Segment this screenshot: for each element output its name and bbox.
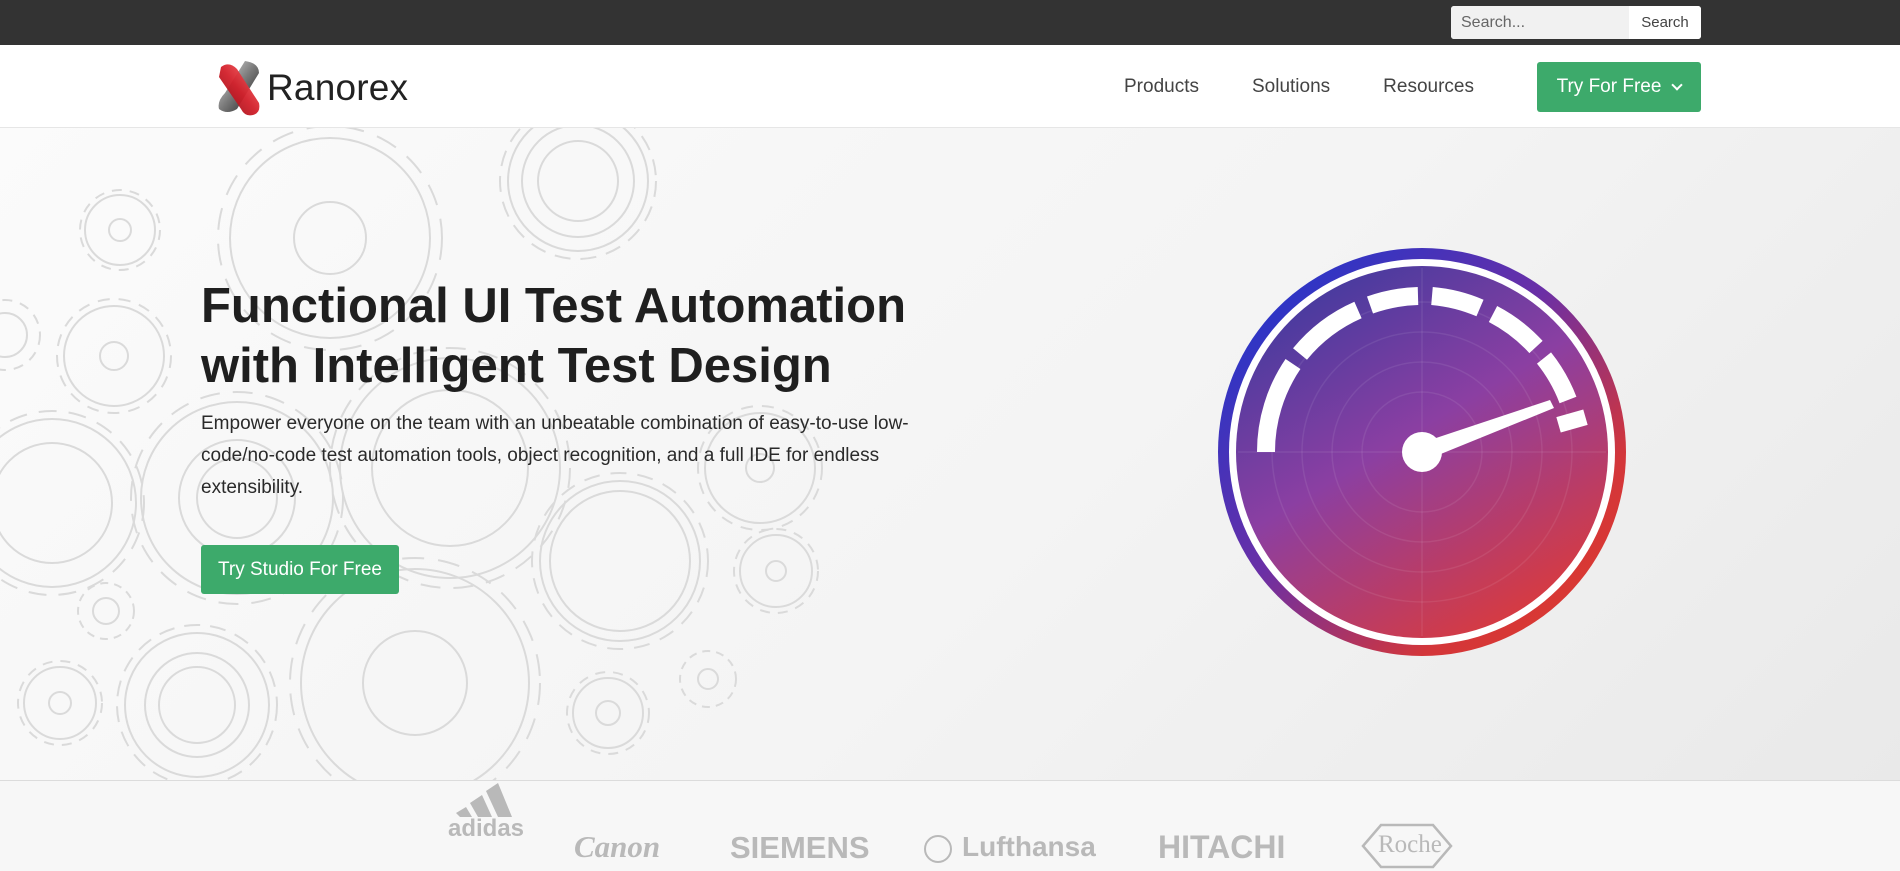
main-navbar: Ranorex Products Solutions Resources Try… bbox=[0, 45, 1900, 128]
hero-description: Empower everyone on the team with an unb… bbox=[201, 413, 909, 498]
primary-nav: Products Solutions Resources bbox=[1124, 45, 1474, 128]
chevron-down-icon bbox=[1671, 78, 1684, 91]
client-logo-lufthansa: Lufthansa bbox=[924, 831, 1096, 863]
search-input[interactable] bbox=[1451, 6, 1629, 39]
hero-title-line-1: Functional UI Test Automation bbox=[201, 279, 907, 333]
hero-title-line-2: with Intelligent Test Design bbox=[201, 339, 832, 393]
try-for-free-button[interactable]: Try For Free bbox=[1537, 62, 1701, 112]
try-studio-button[interactable]: Try Studio For Free bbox=[201, 545, 399, 594]
client-logo-canon: Canon bbox=[574, 829, 661, 864]
client-logo-hitachi: HITACHI bbox=[1158, 829, 1286, 865]
client-logo-siemens: SIEMENS bbox=[730, 830, 870, 865]
hero-section: Functional UI Test Automation with Intel… bbox=[0, 128, 1900, 781]
client-logos: adidas Canon SIEMENS Lufthansa HITACHI R… bbox=[0, 781, 1900, 871]
ranorex-logo-icon bbox=[218, 61, 260, 116]
logo-wordmark: Ranorex bbox=[267, 67, 409, 108]
speedometer-icon bbox=[1218, 248, 1626, 656]
try-for-free-label: Try For Free bbox=[1556, 76, 1662, 97]
lufthansa-crane-icon bbox=[924, 834, 952, 863]
hero-title: Functional UI Test Automation with Intel… bbox=[201, 276, 961, 396]
top-bar: Search bbox=[0, 0, 1900, 45]
search-button[interactable]: Search bbox=[1629, 6, 1701, 39]
search-form: Search bbox=[1451, 6, 1701, 39]
nav-products[interactable]: Products bbox=[1124, 76, 1199, 98]
ranorex-logo[interactable]: Ranorex bbox=[215, 59, 408, 117]
nav-solutions[interactable]: Solutions bbox=[1252, 76, 1330, 98]
nav-resources[interactable]: Resources bbox=[1383, 76, 1474, 98]
